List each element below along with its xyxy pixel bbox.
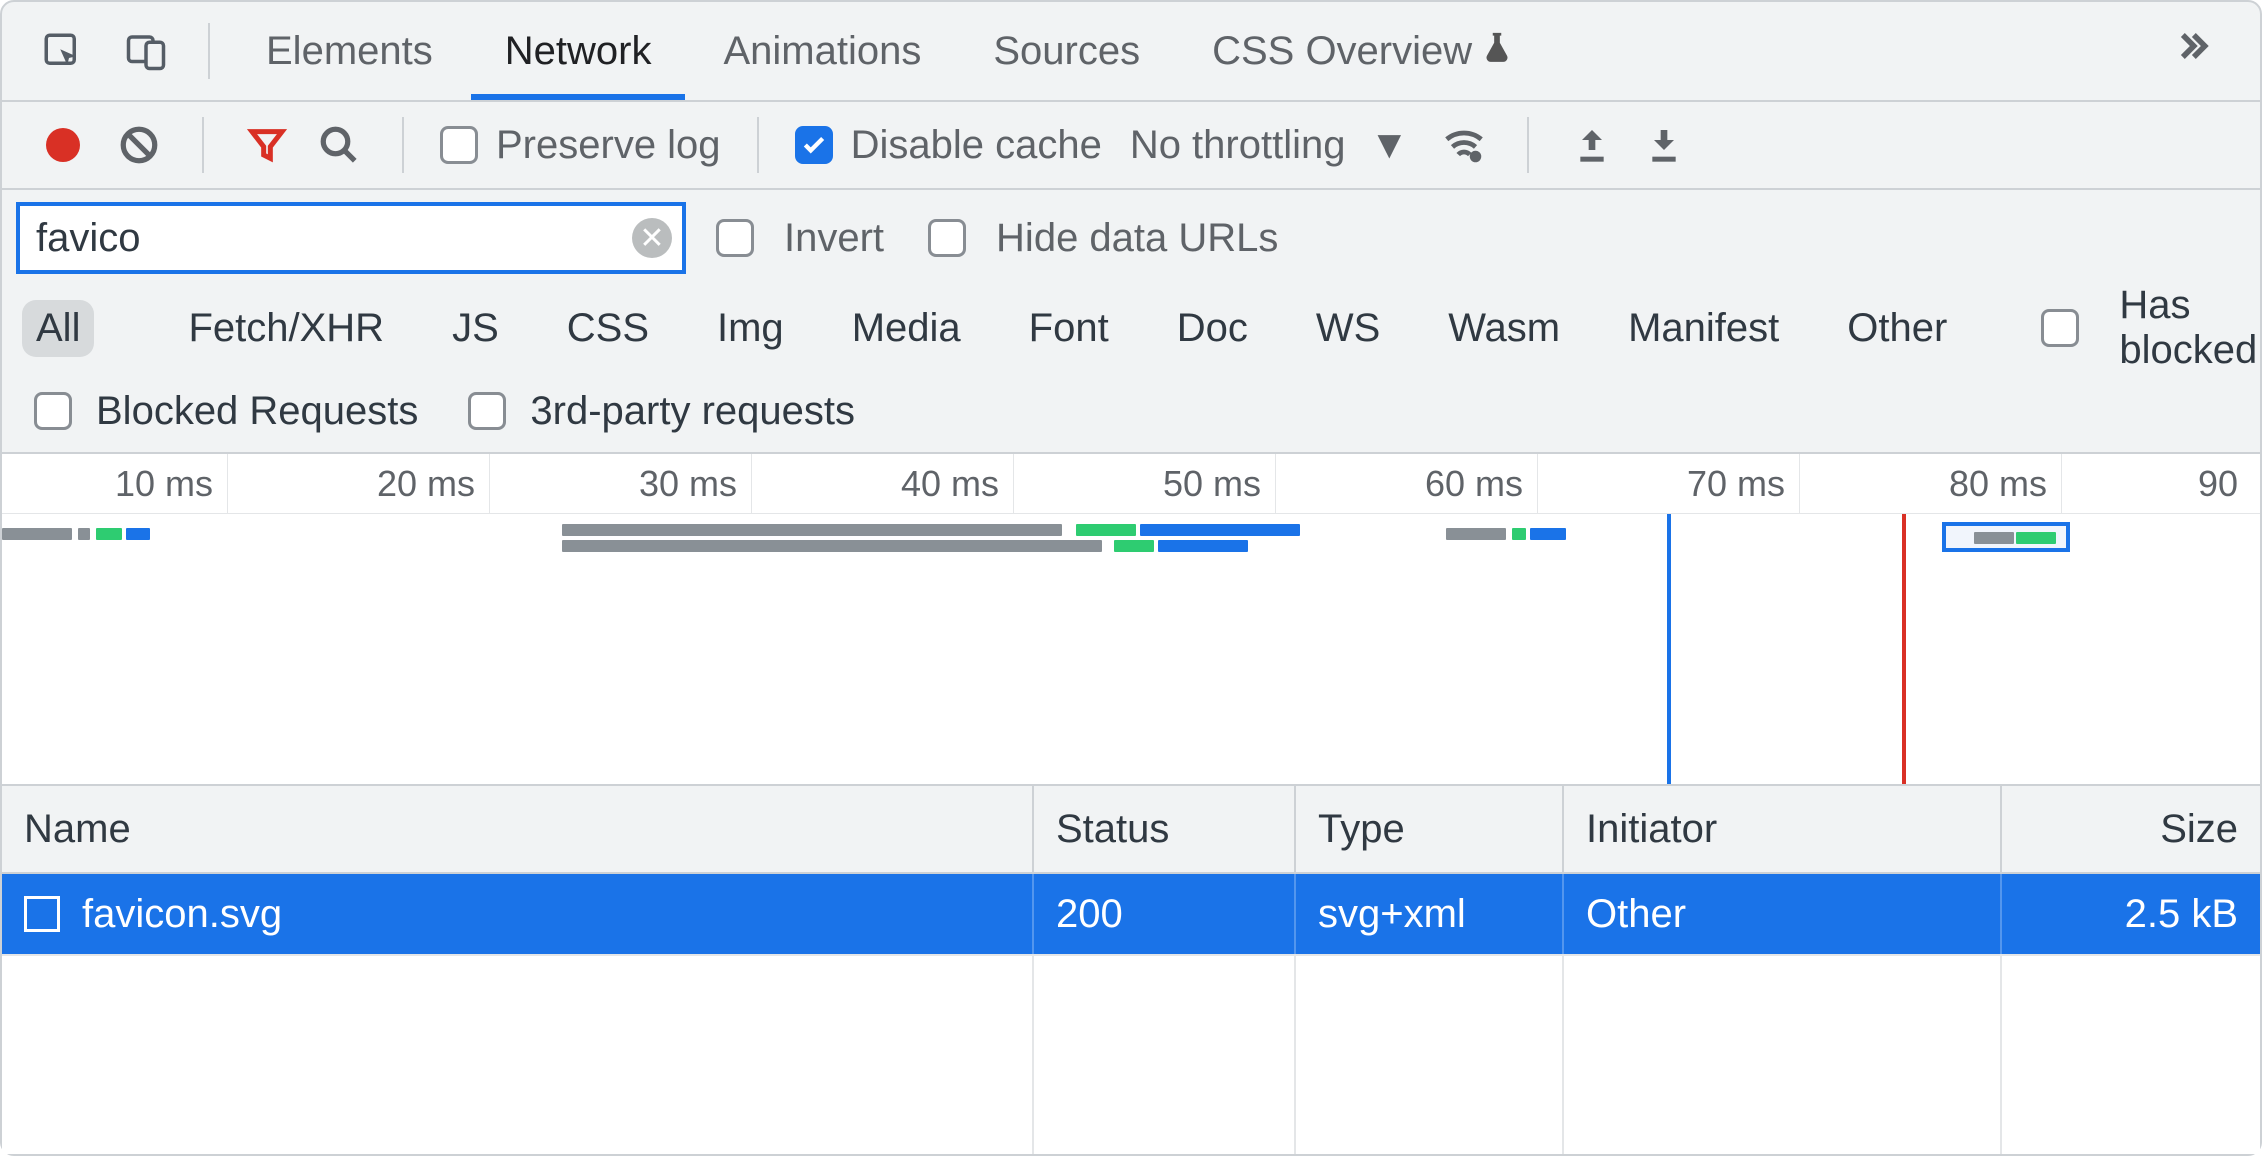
timeline-overview[interactable]: 10 ms 20 ms 30 ms 40 ms 50 ms 60 ms 70 m… xyxy=(2,454,2260,786)
tick: 40 ms xyxy=(752,454,1014,513)
divider xyxy=(402,117,404,173)
filter-row: ✕ Invert Hide data URLs xyxy=(2,190,2260,286)
chevron-down-icon: ▼ xyxy=(1369,123,1409,168)
cell-status: 200 xyxy=(1034,874,1296,954)
chip-css[interactable]: CSS xyxy=(553,300,663,357)
chip-ws[interactable]: WS xyxy=(1302,300,1394,357)
device-toggle-icon[interactable] xyxy=(114,19,178,83)
preserve-log-checkbox[interactable] xyxy=(440,126,478,164)
load-marker xyxy=(1902,514,1906,784)
flask-icon xyxy=(1480,29,1514,74)
more-tabs-button[interactable] xyxy=(2144,24,2240,78)
tick: 20 ms xyxy=(228,454,490,513)
has-blocked-checkbox[interactable] xyxy=(2041,309,2079,347)
chip-all[interactable]: All xyxy=(22,300,94,357)
third-party-label: 3rd-party requests xyxy=(530,389,855,434)
col-initiator[interactable]: Initiator xyxy=(1564,786,2002,872)
cell-type: svg+xml xyxy=(1296,874,1564,954)
blocked-requests-checkbox[interactable] xyxy=(34,392,72,430)
tab-css-overview[interactable]: CSS Overview xyxy=(1178,2,1548,100)
clear-icon[interactable] xyxy=(112,118,166,172)
tab-css-overview-label: CSS Overview xyxy=(1212,29,1472,74)
requests-table-header: Name Status Type Initiator Size xyxy=(2,786,2260,874)
cell-initiator: Other xyxy=(1564,874,2002,954)
filter-input[interactable] xyxy=(20,206,682,270)
tick: 90 xyxy=(2062,454,2252,513)
chip-doc[interactable]: Doc xyxy=(1163,300,1262,357)
chip-other[interactable]: Other xyxy=(1833,300,1961,357)
blocked-requests-label: Blocked Requests xyxy=(96,389,418,434)
overview-ruler: 10 ms 20 ms 30 ms 40 ms 50 ms 60 ms 70 m… xyxy=(2,454,2260,514)
preserve-log-label: Preserve log xyxy=(496,123,721,168)
download-har-icon[interactable] xyxy=(1637,118,1691,172)
third-party-checkbox[interactable] xyxy=(468,392,506,430)
domcontentloaded-marker xyxy=(1667,514,1671,784)
chip-img[interactable]: Img xyxy=(703,300,798,357)
tab-network[interactable]: Network xyxy=(471,2,686,100)
col-name[interactable]: Name xyxy=(2,786,1034,872)
invert-label: Invert xyxy=(784,216,884,261)
col-size[interactable]: Size xyxy=(2002,786,2260,872)
filter-icon[interactable] xyxy=(240,118,294,172)
hide-data-urls-label: Hide data URLs xyxy=(996,216,1278,261)
throttling-value: No throttling xyxy=(1130,123,1346,168)
cell-size: 2.5 kB xyxy=(2002,874,2260,954)
tab-animations[interactable]: Animations xyxy=(689,2,955,100)
divider xyxy=(757,117,759,173)
divider xyxy=(208,23,210,79)
file-icon xyxy=(24,896,60,932)
upload-har-icon[interactable] xyxy=(1565,118,1619,172)
invert-checkbox[interactable] xyxy=(716,219,754,257)
network-conditions-icon[interactable] xyxy=(1437,118,1491,172)
network-toolbar: Preserve log Disable cache No throttling… xyxy=(2,102,2260,190)
table-row[interactable]: favicon.svg 200 svg+xml Other 2.5 kB xyxy=(2,874,2260,956)
tab-elements[interactable]: Elements xyxy=(232,2,467,100)
extra-filters-row: Blocked Requests 3rd-party requests xyxy=(2,370,2260,454)
chip-wasm[interactable]: Wasm xyxy=(1434,300,1574,357)
request-type-filters: All Fetch/XHR JS CSS Img Media Font Doc … xyxy=(2,286,2260,370)
requests-table-body: favicon.svg 200 svg+xml Other 2.5 kB xyxy=(2,874,2260,1154)
cell-name: favicon.svg xyxy=(2,874,1034,954)
divider xyxy=(1527,117,1529,173)
chip-font[interactable]: Font xyxy=(1015,300,1123,357)
tick: 80 ms xyxy=(1800,454,2062,513)
disable-cache-checkbox[interactable] xyxy=(795,126,833,164)
divider xyxy=(202,117,204,173)
overview-selection[interactable] xyxy=(1942,522,2070,552)
tab-sources[interactable]: Sources xyxy=(959,2,1174,100)
has-blocked-label: Has blocked xyxy=(2119,283,2257,373)
table-empty-area xyxy=(2,956,2260,1154)
overview-body xyxy=(2,514,2260,784)
filter-input-wrap: ✕ xyxy=(16,202,686,274)
disable-cache-label: Disable cache xyxy=(851,123,1102,168)
tick: 70 ms xyxy=(1538,454,1800,513)
chip-media[interactable]: Media xyxy=(838,300,975,357)
hide-data-urls-checkbox[interactable] xyxy=(928,219,966,257)
main-tabstrip: Elements Network Animations Sources CSS … xyxy=(2,2,2260,102)
col-status[interactable]: Status xyxy=(1034,786,1296,872)
chip-js[interactable]: JS xyxy=(438,300,513,357)
request-name: favicon.svg xyxy=(82,892,282,937)
chip-fetch-xhr[interactable]: Fetch/XHR xyxy=(174,300,398,357)
tick: 10 ms xyxy=(2,454,228,513)
col-type[interactable]: Type xyxy=(1296,786,1564,872)
tick: 60 ms xyxy=(1276,454,1538,513)
chip-manifest[interactable]: Manifest xyxy=(1614,300,1793,357)
tick: 30 ms xyxy=(490,454,752,513)
clear-filter-button[interactable]: ✕ xyxy=(632,218,672,258)
search-icon[interactable] xyxy=(312,118,366,172)
devtools-panel: Elements Network Animations Sources CSS … xyxy=(0,0,2262,1156)
throttling-select[interactable]: No throttling ▼ xyxy=(1130,123,1409,168)
inspect-icon[interactable] xyxy=(30,19,94,83)
tick: 50 ms xyxy=(1014,454,1276,513)
record-button[interactable] xyxy=(46,128,80,162)
